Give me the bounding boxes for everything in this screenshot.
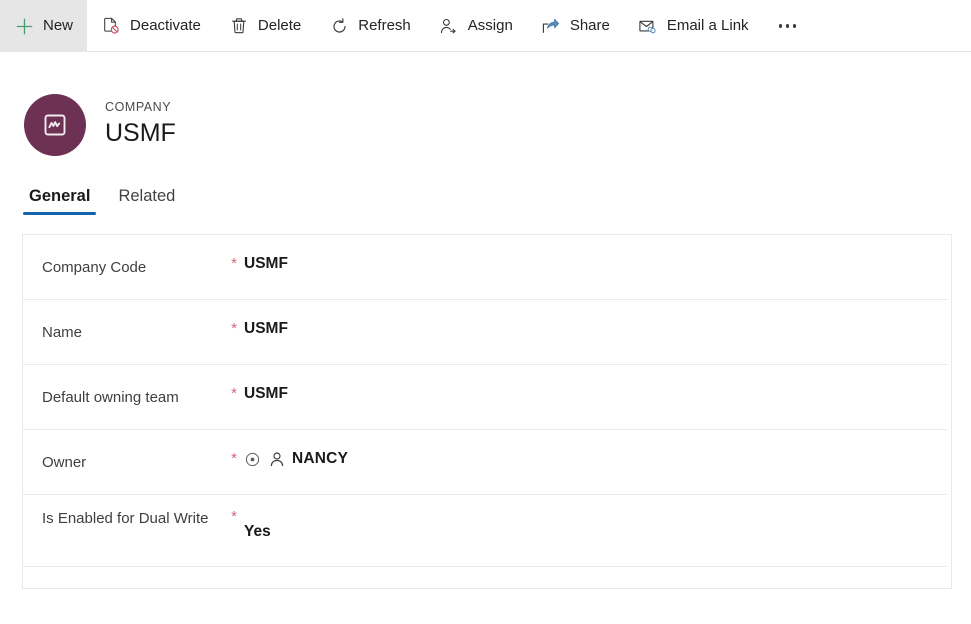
field-value-owner[interactable]: NANCY [244,430,948,468]
field-value-text: USMF [244,385,288,402]
company-icon [41,111,69,139]
delete-button-label: Delete [257,17,302,34]
recent-icon [244,451,261,468]
deactivate-icon [101,16,121,36]
field-row-name: Name * USMF [23,300,948,365]
assign-icon [439,16,459,36]
deactivate-button-label: Deactivate [130,17,201,34]
field-value-is-enabled-for-dual-write[interactable]: Yes [244,495,948,541]
refresh-icon [329,16,349,36]
email-a-link-button-label: Email a Link [666,17,749,34]
refresh-button-label: Refresh [358,17,411,34]
field-row-company-code: Company Code * USMF [23,235,948,300]
tab-related-label: Related [118,187,176,206]
required-indicator: * [231,508,237,525]
trash-icon [229,16,249,36]
required-indicator: * [231,320,237,337]
field-value-default-owning-team[interactable]: USMF [244,365,948,403]
tab-strip: General Related [0,170,971,218]
field-row-is-enabled-for-dual-write: Is Enabled for Dual Write * Yes [23,495,948,567]
field-value-text: USMF [244,255,288,272]
field-row-owner: Owner * NANCY [23,430,948,495]
required-indicator: * [231,255,237,272]
field-value-company-code[interactable]: USMF [244,235,948,273]
more-commands-button[interactable] [763,0,813,52]
deactivate-button[interactable]: Deactivate [87,0,215,52]
assign-button[interactable]: Assign [425,0,527,52]
avatar [24,93,86,156]
delete-button[interactable]: Delete [215,0,315,52]
field-label-owner: Owner [42,454,87,471]
tab-related[interactable]: Related [109,181,184,218]
required-indicator: * [231,385,237,402]
share-icon [541,16,561,36]
record-entity-label: COMPANY [105,100,172,115]
new-button-label: New [43,17,74,34]
new-button[interactable]: New [0,0,88,52]
record-titles: COMPANY USMF [105,100,176,148]
plus-icon [14,16,34,36]
field-label-default-owning-team: Default owning team [42,389,179,406]
field-label-company-code: Company Code [42,259,147,276]
email-link-icon [638,16,658,36]
tab-general[interactable]: General [20,181,99,218]
page-title: USMF [105,119,176,147]
person-icon [268,451,285,468]
field-label-name: Name [42,324,83,341]
owner-name-text: NANCY [292,450,349,467]
general-tab-form: Company Code * USMF Name * USMF Default … [22,234,952,589]
field-label-is-enabled-for-dual-write: Is Enabled for Dual Write [42,510,209,527]
company-record-form: New Deactivate Delete Refresh Assign Sha… [0,0,971,624]
share-button-label: Share [569,17,610,34]
field-value-text: USMF [244,320,288,337]
command-bar: New Deactivate Delete Refresh Assign Sha… [0,0,971,52]
tab-general-label: General [29,187,91,206]
assign-button-label: Assign [467,17,513,34]
email-a-link-button[interactable]: Email a Link [624,0,763,52]
refresh-button[interactable]: Refresh [315,0,425,52]
more-icon [778,24,797,28]
record-header: COMPANY USMF [0,52,971,170]
share-button[interactable]: Share [527,0,624,52]
field-value-name[interactable]: USMF [244,300,948,338]
required-indicator: * [231,450,237,467]
field-row-default-owning-team: Default owning team * USMF [23,365,948,430]
field-value-text: Yes [244,523,271,540]
